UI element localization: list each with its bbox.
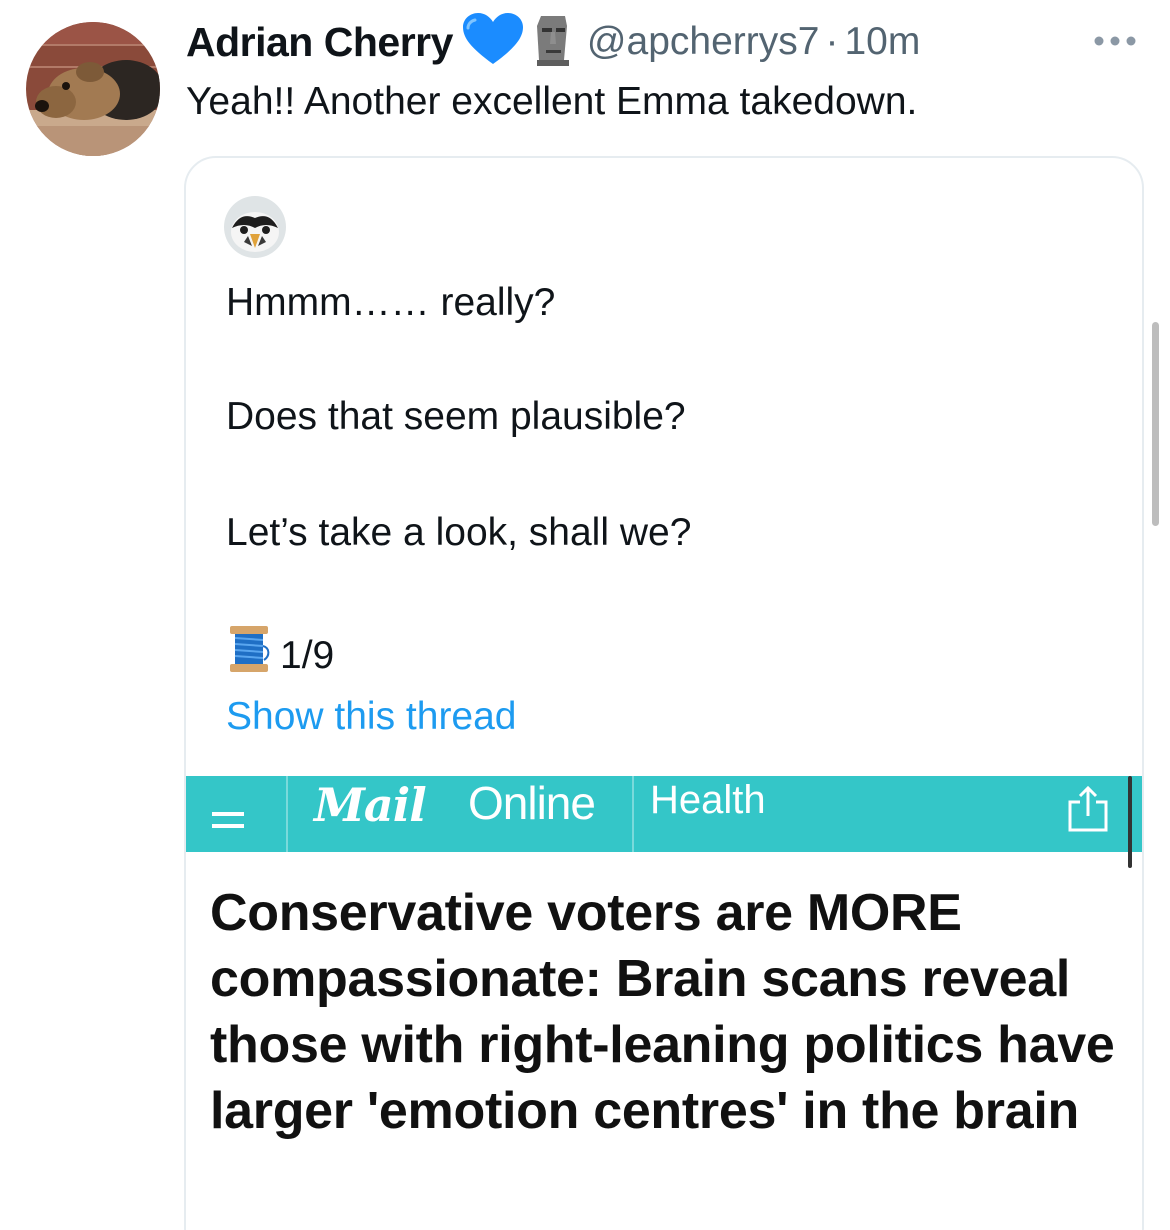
separator-dot: · (825, 20, 839, 63)
more-options-icon[interactable] (1092, 34, 1138, 48)
quoted-author-avatar[interactable] (224, 196, 286, 258)
author-handle[interactable]: @apcherrys7 (587, 20, 820, 64)
bird-avatar-image (224, 196, 286, 258)
page-scrollbar[interactable] (1152, 322, 1159, 526)
news-logo-secondary: Online (468, 777, 596, 829)
author-name[interactable]: Adrian Cherry (186, 19, 453, 66)
embedded-scrollbar (1128, 776, 1132, 868)
article-headline: Conservative voters are MORE compassiona… (210, 884, 1115, 1140)
timestamp[interactable]: 10m (844, 20, 920, 64)
tweet-page: Adrian Cherry @apcherrys7 · 10m Yeah!! A… (0, 0, 1170, 1230)
quoted-text-line: Hmmm…… really? (226, 281, 556, 324)
quoted-tweet-card[interactable]: Hmmm…… really? Does that seem plausible?… (184, 156, 1144, 1230)
blue-heart-icon (461, 12, 525, 73)
author-avatar[interactable] (26, 22, 160, 156)
thread-counter-row: 1/9 (226, 624, 334, 687)
tweet-header: Adrian Cherry @apcherrys7 · 10m (186, 12, 920, 73)
news-section-label: Health (650, 778, 766, 822)
tweet-text: Yeah!! Another excellent Emma takedown. (186, 80, 918, 123)
quoted-text-line: Let’s take a look, shall we? (226, 511, 692, 554)
moai-icon (533, 12, 573, 73)
header-divider (632, 776, 634, 852)
news-logo-primary: Mail (314, 778, 427, 832)
spool-of-thread-icon (226, 624, 272, 687)
hamburger-menu-icon (212, 812, 244, 828)
news-site-header-bar: Mail Online Health (186, 776, 1142, 852)
share-icon (1068, 785, 1108, 832)
show-thread-link[interactable]: Show this thread (226, 692, 517, 742)
quoted-text-line: Does that seem plausible? (226, 395, 686, 438)
embedded-article-image[interactable]: Mail Online Health Conservative voters a… (186, 776, 1142, 1230)
header-divider (286, 776, 288, 852)
thread-counter: 1/9 (280, 633, 335, 677)
dog-avatar-image (26, 22, 160, 156)
